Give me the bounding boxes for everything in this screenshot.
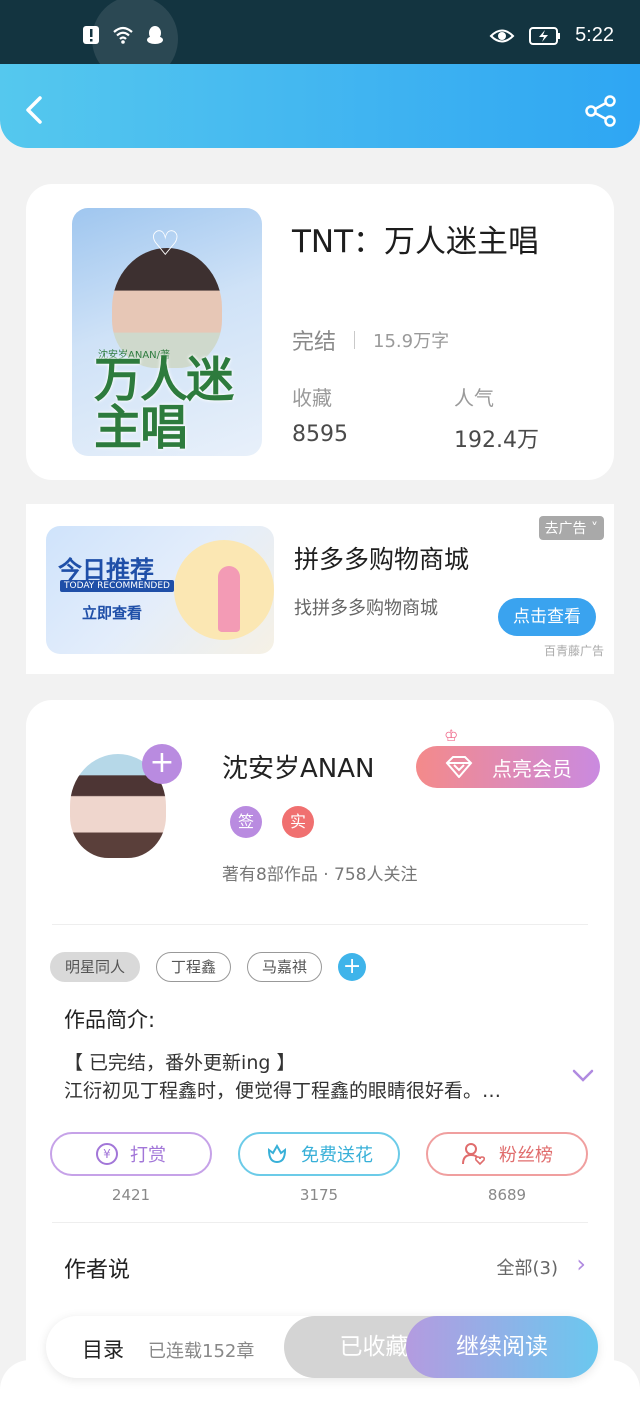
favorites-label: 收藏 bbox=[292, 386, 332, 410]
tag-list: 明星同人 丁程鑫 马嘉祺 + bbox=[50, 952, 367, 982]
author-says-all-link[interactable]: 全部(3) bbox=[497, 1254, 559, 1280]
ad-image-subtitle: TODAY RECOMMENDED bbox=[60, 580, 174, 592]
favorites-value: 8595 bbox=[292, 422, 348, 447]
yen-icon: ¥ bbox=[96, 1143, 118, 1165]
qq-icon bbox=[147, 26, 163, 44]
reward-button[interactable]: ¥ 打赏 bbox=[50, 1132, 212, 1176]
bottom-action-bar: 目录 已连载152章 已收藏 继续阅读 bbox=[46, 1316, 598, 1378]
chevron-down-icon: ˅ bbox=[591, 521, 598, 537]
book-status-row: 完结 15.9万字 bbox=[292, 324, 449, 356]
tag-item[interactable]: 明星同人 bbox=[50, 952, 141, 982]
verified-badge: 实 bbox=[282, 806, 314, 838]
book-cover[interactable]: ♡ 沈安岁ANAN/著 万人迷主唱 bbox=[72, 208, 262, 456]
book-title: TNT：万人迷主唱 bbox=[292, 224, 540, 260]
alert-icon bbox=[83, 26, 99, 44]
fans-label: 粉丝榜 bbox=[499, 1145, 553, 1166]
vip-button-label: 点亮会员 bbox=[492, 756, 572, 781]
follow-plus-button[interactable]: + bbox=[142, 744, 182, 784]
divider bbox=[52, 924, 588, 925]
fans-ranking-button[interactable]: 粉丝榜 bbox=[426, 1132, 588, 1176]
ad-subtitle: 找拼多多购物商城 bbox=[294, 598, 438, 619]
remove-ad-button[interactable]: 去广告 ˅ bbox=[538, 516, 604, 540]
serial-status: 已连载152章 bbox=[148, 1341, 255, 1362]
flower-count: 3175 bbox=[299, 1186, 339, 1204]
intro-heading: 作品简介: bbox=[64, 1008, 156, 1032]
add-tag-button[interactable]: + bbox=[338, 953, 367, 981]
status-bar: 5:22 bbox=[0, 0, 640, 82]
divider bbox=[354, 331, 356, 349]
ad-image-girl bbox=[218, 566, 240, 632]
header bbox=[0, 64, 640, 148]
continue-reading-button[interactable]: 继续阅读 bbox=[406, 1316, 598, 1378]
flower-icon bbox=[267, 1143, 287, 1164]
ad-image-cta: 立即查看 bbox=[82, 604, 143, 622]
author-name[interactable]: 沈安岁ANAN bbox=[222, 748, 374, 785]
fans-icon bbox=[462, 1143, 486, 1166]
share-icon[interactable] bbox=[584, 94, 618, 128]
ad-title: 拼多多购物商城 bbox=[294, 545, 470, 574]
back-icon[interactable] bbox=[18, 92, 54, 128]
intro-line-1: 【 已完结，番外更新ing 】 bbox=[64, 1052, 296, 1074]
signed-badge: 签 bbox=[230, 806, 262, 838]
divider bbox=[52, 1222, 588, 1223]
flower-label: 免费送花 bbox=[301, 1145, 373, 1166]
reward-label: 打赏 bbox=[130, 1145, 166, 1166]
popularity-label: 人气 bbox=[454, 386, 494, 410]
reward-count: 2421 bbox=[111, 1186, 151, 1204]
intro-line-2: 江衍初见丁程鑫时，便觉得丁程鑫的眼睛很好看。… bbox=[64, 1080, 502, 1102]
fans-count: 8689 bbox=[487, 1186, 527, 1204]
author-card: + 沈安岁ANAN ♔ 点亮会员 签 实 著有8部作品 · 758人关注 明星同… bbox=[26, 700, 614, 1422]
diamond-icon bbox=[445, 756, 473, 778]
author-meta: 著有8部作品 · 758人关注 bbox=[222, 865, 418, 885]
status-right-icons: 5:22 bbox=[489, 24, 614, 47]
chevron-down-icon[interactable] bbox=[570, 1062, 596, 1088]
author-says-heading: 作者说 bbox=[64, 1258, 131, 1283]
book-status: 完结 bbox=[292, 330, 337, 355]
clock: 5:22 bbox=[575, 24, 614, 46]
book-info-card: ♡ 沈安岁ANAN/著 万人迷主唱 TNT：万人迷主唱 完结 15.9万字 收藏… bbox=[26, 184, 614, 480]
heart-icon: ♡ bbox=[150, 224, 181, 264]
ad-banner[interactable]: 今日推荐 TODAY RECOMMENDED 立即查看 去广告 ˅ 拼多多购物商… bbox=[26, 504, 614, 674]
chevron-right-icon[interactable]: › bbox=[576, 1250, 586, 1278]
crown-icon: ♔ bbox=[444, 726, 459, 745]
send-flower-button[interactable]: 免费送花 bbox=[238, 1132, 400, 1176]
wifi-icon bbox=[113, 26, 133, 44]
toc-button[interactable]: 目录 bbox=[82, 1334, 124, 1364]
ad-image[interactable]: 今日推荐 TODAY RECOMMENDED 立即查看 bbox=[46, 526, 274, 654]
popularity-value: 192.4万 bbox=[454, 428, 539, 453]
status-left-icons bbox=[80, 24, 166, 46]
ad-view-button[interactable]: 点击查看 bbox=[498, 598, 596, 636]
tag-item[interactable]: 丁程鑫 bbox=[156, 952, 232, 982]
remove-ad-label: 去广告 bbox=[544, 521, 587, 537]
eye-icon bbox=[489, 29, 515, 42]
word-count: 15.9万字 bbox=[373, 331, 450, 352]
ad-source: 百青藤广告 bbox=[543, 644, 604, 658]
cover-title: 万人迷主唱 bbox=[94, 352, 234, 456]
vip-button[interactable]: 点亮会员 bbox=[416, 746, 600, 788]
tag-item[interactable]: 马嘉祺 bbox=[247, 952, 323, 982]
battery-icon bbox=[529, 26, 561, 45]
